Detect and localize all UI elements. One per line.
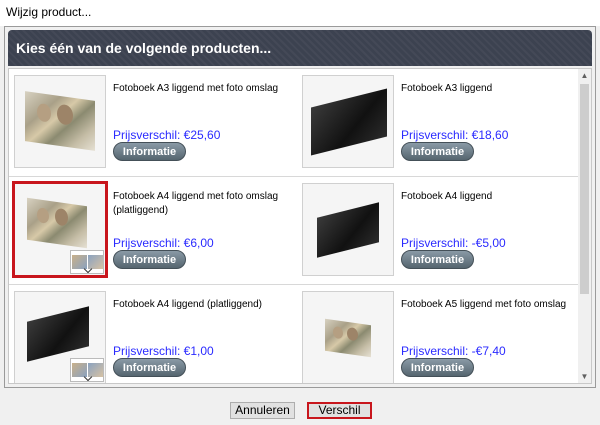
product-item-a4-flat[interactable]: Fotoboek A4 liggend (platliggend) Prijsv… — [9, 285, 294, 383]
info-button[interactable]: Informatie — [401, 358, 474, 377]
confirm-button[interactable]: Verschil — [307, 402, 372, 419]
product-name: Fotoboek A5 liggend met foto omslag — [401, 299, 567, 310]
product-item-a3[interactable]: Fotoboek A3 liggend Prijsverschil: €18,6… — [297, 69, 582, 176]
price-difference: Prijsverschil: -€7,40 — [401, 344, 506, 358]
product-name: Fotoboek A4 liggend (platliggend) — [113, 299, 262, 310]
product-thumbnail[interactable] — [14, 291, 106, 383]
product-item-a3-photo[interactable]: Fotoboek A3 liggend met foto omslag Prij… — [9, 69, 294, 176]
header-title: Kies één van de volgende producten... — [16, 40, 272, 56]
window-title: Wijzig product... — [6, 5, 92, 19]
price-difference: Prijsverschil: €18,60 — [401, 128, 509, 142]
vertical-scrollbar[interactable]: ▲ ▼ — [578, 69, 591, 383]
scroll-down-icon[interactable]: ▼ — [578, 370, 591, 383]
photo-book-image — [325, 318, 371, 358]
info-button[interactable]: Informatie — [113, 142, 186, 161]
info-button[interactable]: Informatie — [401, 250, 474, 269]
product-list[interactable]: Fotoboek A3 liggend met foto omslag Prij… — [8, 68, 592, 384]
dark-book-image — [27, 306, 89, 362]
product-item-a4[interactable]: Fotoboek A4 liggend Prijsverschil: -€5,0… — [297, 177, 582, 284]
window-titlebar: Wijzig product... — [0, 0, 600, 26]
dark-book-image — [317, 202, 379, 258]
photo-book-image — [25, 91, 95, 151]
product-name: Fotoboek A4 liggend met foto omslag (pla… — [113, 191, 279, 216]
dialog-frame: Kies één van de volgende producten... Fo… — [4, 26, 596, 388]
product-thumbnail[interactable] — [14, 75, 106, 168]
info-button[interactable]: Informatie — [113, 358, 186, 377]
flat-open-book-icon — [70, 250, 104, 274]
product-thumbnail[interactable] — [302, 75, 394, 168]
product-thumbnail-selected[interactable] — [12, 181, 108, 278]
flat-open-book-icon — [70, 358, 104, 382]
product-name: Fotoboek A3 liggend — [401, 83, 493, 94]
price-difference: Prijsverschil: €6,00 — [113, 236, 214, 250]
info-button[interactable]: Informatie — [113, 250, 186, 269]
scroll-up-icon[interactable]: ▲ — [578, 69, 591, 82]
product-name: Fotoboek A4 liggend — [401, 191, 493, 202]
info-button[interactable]: Informatie — [401, 142, 474, 161]
product-thumbnail[interactable] — [302, 291, 394, 383]
product-thumbnail[interactable] — [302, 183, 394, 276]
scrollbar-thumb[interactable] — [580, 84, 589, 294]
dark-book-image — [311, 88, 387, 156]
product-row: Fotoboek A3 liggend met foto omslag Prij… — [9, 69, 579, 176]
product-item-a5-photo[interactable]: Fotoboek A5 liggend met foto omslag Prij… — [297, 285, 582, 383]
product-item-a4-photo-flat[interactable]: Fotoboek A4 liggend met foto omslag (pla… — [9, 177, 294, 284]
product-row: Fotoboek A4 liggend (platliggend) Prijsv… — [9, 285, 582, 383]
price-difference: Prijsverschil: €25,60 — [113, 128, 221, 142]
product-row: Fotoboek A4 liggend met foto omslag (pla… — [9, 177, 579, 284]
price-difference: Prijsverschil: -€5,00 — [401, 236, 506, 250]
photo-book-image — [27, 197, 87, 249]
product-list-header: Kies één van de volgende producten... — [8, 30, 592, 66]
price-difference: Prijsverschil: €1,00 — [113, 344, 214, 358]
product-name: Fotoboek A3 liggend met foto omslag — [113, 83, 279, 94]
cancel-button[interactable]: Annuleren — [230, 402, 295, 419]
